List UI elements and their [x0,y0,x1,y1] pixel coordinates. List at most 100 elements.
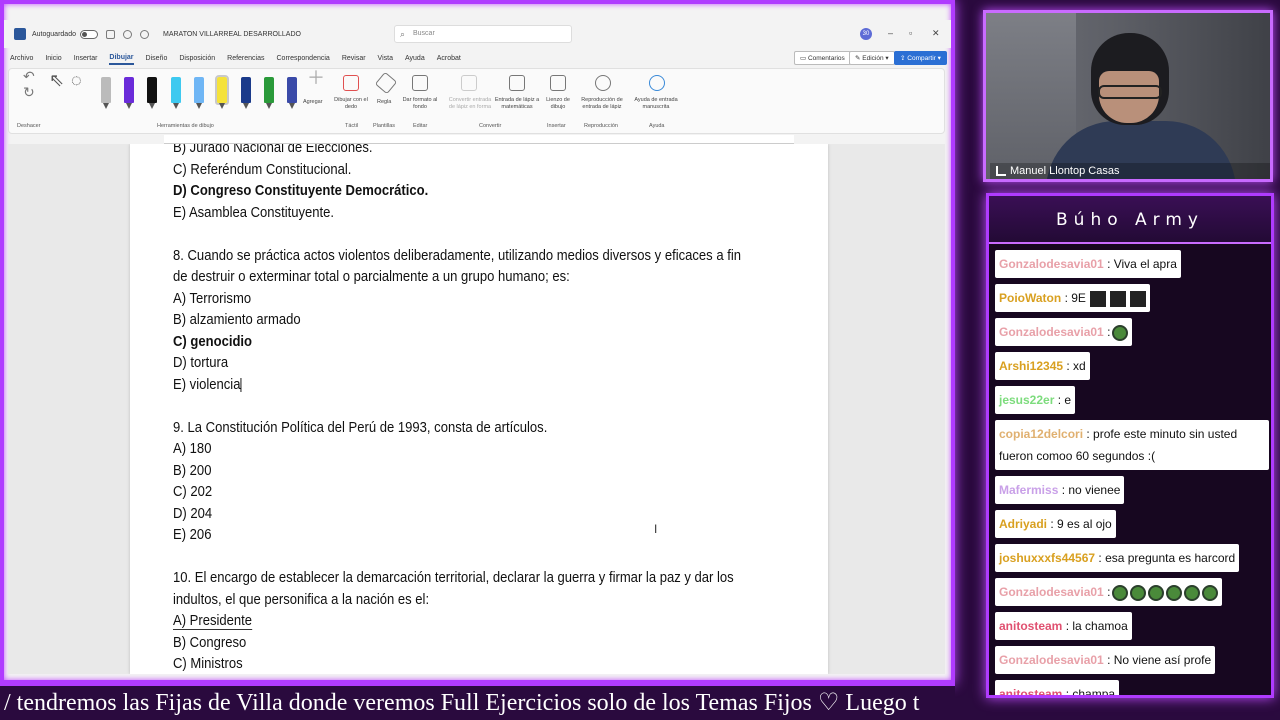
edit-label: Edición [862,55,884,62]
tab-insertar[interactable]: Insertar [74,55,98,64]
tab-archivo[interactable]: Archivo [10,55,33,64]
edit-mode-button[interactable]: ✎ Edición ▾ [849,51,895,65]
document-line[interactable]: E) Asamblea Constituyente. [173,203,731,225]
chat-bubble: Gonzalodesavia01 : [995,318,1133,346]
autosave-toggle[interactable] [79,29,98,39]
line-text: D) Congreso Constituyente Democrático. [173,183,429,199]
yellow-highlighter-icon[interactable] [215,75,229,109]
line-text: indultos, el que personifica a la nación… [173,591,430,608]
chat-message: Gonzalodesavia01 : Viva el apra [995,244,1269,278]
document-line[interactable]: E) 206 [173,525,731,547]
user-avatar[interactable]: 30 [860,28,872,40]
document-line[interactable]: de destruir o exterminar total o parcial… [173,267,731,289]
chat-username[interactable]: joshuxxxfs44567 [999,551,1095,565]
document-line[interactable]: D) Congreso Constituyente Democrático. [173,181,731,203]
chat-username[interactable]: Gonzalodesavia01 [999,325,1104,339]
add-pen-icon[interactable]: ＋ [307,69,325,87]
galaxy-pen-icon[interactable] [287,77,297,109]
draw-finger-icon[interactable] [343,75,359,91]
document-line[interactable]: C) Referéndum Constitucional. [173,160,731,182]
document-line[interactable]: A) Presidente [173,611,731,633]
chat-username[interactable]: Mafermiss [999,483,1058,497]
chat-username[interactable]: anitosteam [999,687,1062,695]
search-placeholder: Buscar [413,30,435,37]
chat-username[interactable]: jesus22er [999,393,1054,407]
chat-username[interactable]: Gonzalodesavia01 [999,585,1104,599]
tab-correspondencia[interactable]: Correspondencia [277,55,330,64]
document-line[interactable]: A) 180 [173,439,731,461]
document-area[interactable]: B) Jurado Nacional de Elecciones. C) Refe… [8,144,945,674]
ink-to-math-icon[interactable] [509,75,525,91]
undo-icon[interactable] [122,29,132,39]
purple-pen-icon[interactable] [124,77,134,109]
chat-username[interactable]: Gonzalodesavia01 [999,257,1104,271]
document-line[interactable]: 10. El encargo de establecer la demarcac… [173,568,734,590]
document-line[interactable]: D) tortura [173,353,731,375]
chat-username[interactable]: PoioWaton [999,291,1061,305]
tab-diseno[interactable]: Diseño [146,55,168,64]
tab-dibujar[interactable]: Dibujar [109,54,134,65]
tab-inicio[interactable]: Inicio [45,55,61,64]
format-background-icon[interactable] [412,75,428,91]
navy-pen-icon[interactable] [241,77,251,109]
redo-icon[interactable] [139,29,149,39]
document-line[interactable]: E) violencia [173,375,731,397]
document-text[interactable]: B) Jurado Nacional de Elecciones. C) Refe… [173,144,741,674]
chat-username[interactable]: copia12delcori [999,427,1083,441]
share-button[interactable]: ⇪ Compartir ▾ [894,51,947,65]
document-line[interactable]: C) Ministros [173,654,731,674]
eraser-pen-icon[interactable] [101,77,111,109]
chat-bubble: Mafermiss : no vienee [995,476,1125,504]
document-title[interactable]: MARATON VILLARREAL DESARROLLADO [163,31,301,38]
line-text: D) tortura [173,355,229,371]
chat-message: anitosteam : la chamoa [995,606,1269,640]
document-line[interactable]: 8. Cuando se práctica actos violentos de… [173,246,741,268]
document-line[interactable]: C) genocidio [173,332,731,354]
tab-revisar[interactable]: Revisar [342,55,366,64]
document-line[interactable]: B) Jurado Nacional de Elecciones. [173,144,731,160]
tab-referencias[interactable]: Referencias [227,55,264,64]
cyan-pen-icon[interactable] [171,77,181,109]
select-cursor-icon[interactable]: ⇖ [49,71,64,89]
document-line[interactable]: A) Terrorismo [173,289,731,311]
lasso-icon[interactable]: ◌ [71,71,82,89]
line-text: A) Presidente [173,613,253,630]
ruler-label: Regla [377,99,392,105]
save-icon[interactable] [105,29,115,39]
webcam-feed: Manuel Llontop Casas [983,10,1273,182]
black-pen-icon[interactable] [147,77,157,109]
light-blue-pen-icon[interactable] [194,77,204,109]
minimize-icon[interactable]: – [888,28,893,38]
document-line[interactable]: 9. La Constitución Política del Perú de … [173,418,731,440]
search-box[interactable]: ⌕ Buscar [394,25,572,43]
chat-text: : 9 es al ojo [1050,517,1112,531]
chat-username[interactable]: Arshi12345 [999,359,1063,373]
green-pen-icon[interactable] [264,77,274,109]
document-line[interactable]: B) 200 [173,461,731,483]
redo-tool-icon[interactable]: ↻ [23,85,35,99]
close-icon[interactable]: ✕ [932,28,940,39]
document-line[interactable]: B) Congreso [173,633,731,655]
ink-help-icon[interactable] [649,75,665,91]
document-line[interactable]: D) 204 [173,504,731,526]
document-line[interactable]: B) alzamiento armado [173,310,731,332]
comments-button[interactable]: ▭ Comentarios [794,51,851,65]
chat-username[interactable]: anitosteam [999,619,1062,633]
chat-username[interactable]: Gonzalodesavia01 [999,653,1104,667]
chat-messages: Gonzalodesavia01 : Viva el apra PoioWaton… [995,244,1269,695]
document-line[interactable]: C) 202 [173,482,731,504]
maximize-icon[interactable]: ▫ [909,28,912,38]
ruler-icon[interactable] [374,71,398,95]
document-page[interactable]: B) Jurado Nacional de Elecciones. C) Refe… [130,144,828,674]
tab-acrobat[interactable]: Acrobat [437,55,461,64]
undo-tool-icon[interactable]: ↶ [23,69,35,83]
horizontal-ruler[interactable] [164,135,794,144]
document-line[interactable]: indultos, el que personifica a la nación… [173,590,731,612]
chat-username[interactable]: Adriyadi [999,517,1047,531]
ink-replay-icon[interactable] [595,75,611,91]
tab-vista[interactable]: Vista [378,55,393,64]
tab-disposicion[interactable]: Disposición [179,55,215,64]
chat-message: PoioWaton : 9E [995,278,1269,312]
tab-ayuda[interactable]: Ayuda [405,55,425,64]
drawing-canvas-icon[interactable] [550,75,566,91]
